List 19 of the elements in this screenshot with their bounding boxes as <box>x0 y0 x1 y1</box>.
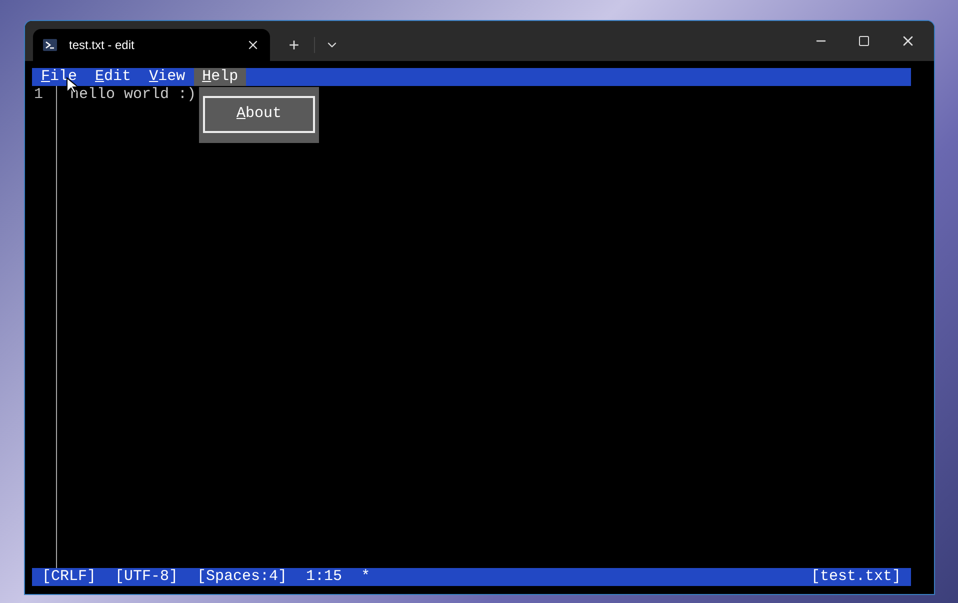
status-item: [CRLF] <box>42 568 96 586</box>
menu-item[interactable]: View <box>148 68 186 86</box>
menu-item[interactable]: File <box>40 68 78 86</box>
menu-item[interactable]: Edit <box>94 68 132 86</box>
menu-option[interactable]: About <box>203 96 315 133</box>
maximize-icon[interactable] <box>858 35 870 47</box>
new-tab-button[interactable]: + <box>280 36 308 54</box>
status-item: * <box>361 568 370 586</box>
code-line: hello world :) <box>70 86 196 104</box>
tab-title: test.txt - edit <box>69 37 136 54</box>
line-number: 1 <box>33 86 44 104</box>
terminal-tab[interactable]: test.txt - edit <box>33 29 270 61</box>
menu-item[interactable]: Help <box>194 68 246 86</box>
status-filename: [test.txt] <box>810 568 901 586</box>
status-item: 1:15 <box>306 568 342 586</box>
status-item: [UTF-8] <box>115 568 178 586</box>
status-item: [Spaces:4] <box>197 568 288 586</box>
powershell-icon <box>43 39 57 51</box>
close-tab-icon[interactable] <box>246 38 260 52</box>
